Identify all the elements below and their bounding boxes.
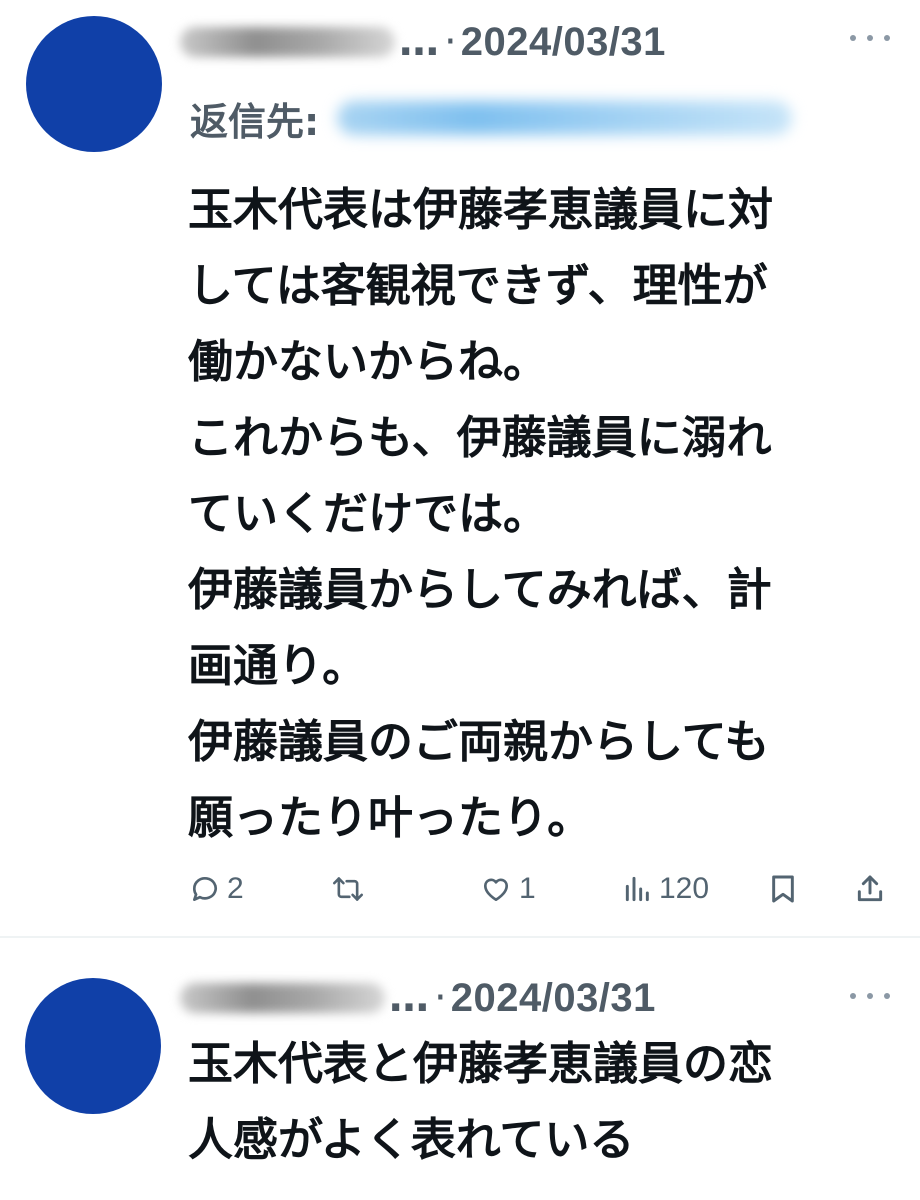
tweet-date[interactable]: 2024/03/31	[461, 20, 666, 65]
avatar[interactable]	[26, 16, 162, 152]
tweet-body-line: 伊藤議員のご両親からしても	[188, 715, 770, 768]
avatar[interactable]	[25, 978, 161, 1114]
reply-count: 2	[227, 872, 244, 905]
tweet-body-line: 玉木代表と伊藤孝恵議員の恋	[188, 1037, 774, 1090]
tweet-header: … · 2024/03/31	[180, 968, 656, 1028]
tweet-body: 玉木代表と伊藤孝恵議員の恋 人感がよく表れている	[188, 1026, 773, 1178]
reply-button[interactable]: 2	[189, 862, 244, 916]
header-separator: ·	[444, 19, 457, 65]
tweet-body-line: しては客観視できず、理性が	[188, 259, 768, 312]
tweet-actions: 2 1 120	[185, 862, 885, 916]
tweet-body-line: 画通り。	[188, 639, 368, 692]
share-upload-icon	[857, 875, 883, 902]
tweet-body-line: 人感がよく表れている	[188, 1113, 635, 1166]
blurred-username[interactable]	[180, 983, 385, 1013]
reply-to-line: 返信先:	[190, 88, 793, 148]
tweet-body-line: これからも、伊藤議員に溺れ	[188, 411, 772, 464]
retweet-arrows-icon	[332, 877, 364, 901]
tweet-body: 玉木代表は伊藤孝恵議員に対 しては客観視できず、理性が 働かないからね。 これか…	[188, 172, 773, 856]
share-button[interactable]	[855, 862, 885, 916]
tweet[interactable]: … · 2024/03/31 返信先: 玉木代表は伊藤孝恵議員に対 しては客観視…	[0, 0, 920, 935]
views-count: 120	[659, 872, 710, 905]
heart-icon	[484, 878, 508, 901]
tweet-body-line: 働かないからね。	[188, 335, 549, 388]
tweet-date[interactable]: 2024/03/31	[451, 976, 656, 1021]
tweet-body-line: 伊藤議員からしてみれば、計	[188, 563, 772, 616]
speech-bubble-icon	[192, 877, 217, 901]
bar-chart-icon	[625, 876, 649, 902]
tweet[interactable]: … · 2024/03/31 玉木代表と伊藤孝恵議員の恋 人感がよく表れている	[0, 938, 920, 1200]
header-separator: ·	[434, 975, 447, 1021]
reply-to-label: 返信先:	[190, 99, 320, 144]
tweet-body-line: 願ったり叶ったり。	[188, 791, 593, 844]
tweet-header: … · 2024/03/31	[180, 12, 666, 72]
bookmark-icon	[772, 875, 794, 903]
views-button[interactable]: 120	[623, 862, 709, 916]
name-ellipsis: …	[399, 19, 440, 65]
name-ellipsis: …	[389, 975, 430, 1021]
like-count: 1	[519, 872, 536, 905]
bookmark-button[interactable]	[769, 862, 797, 916]
tweet-body-line: ていくだけでは。	[188, 487, 549, 540]
blurred-reply-handle[interactable]	[337, 101, 793, 135]
like-button[interactable]: 1	[479, 862, 536, 916]
more-dots-icon[interactable]	[850, 28, 890, 48]
tweet-body-line: 玉木代表は伊藤孝恵議員に対	[188, 183, 774, 236]
more-dots-icon[interactable]	[850, 986, 890, 1006]
retweet-button[interactable]	[331, 862, 371, 916]
blurred-username[interactable]	[180, 27, 395, 57]
